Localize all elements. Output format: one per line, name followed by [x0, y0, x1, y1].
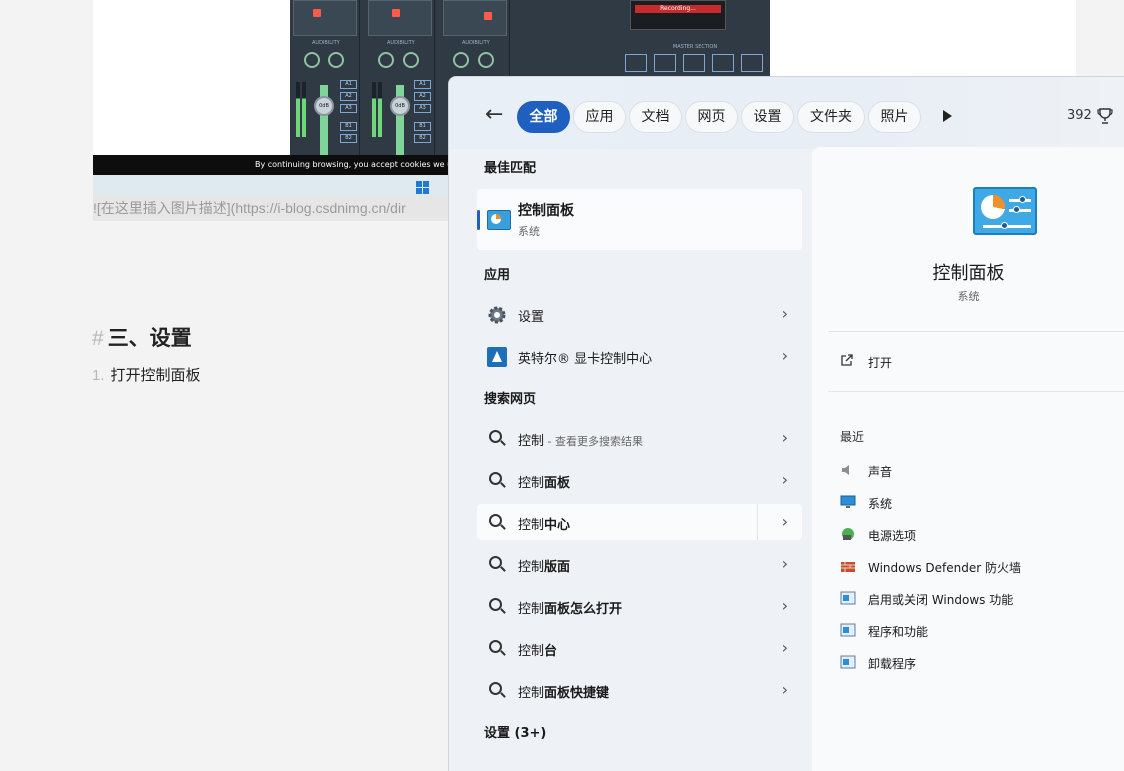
settings-section-title[interactable]: 设置 (3+)	[484, 722, 546, 741]
taskbar-strip	[93, 175, 449, 195]
search-icon	[489, 472, 502, 485]
tab-documents[interactable]: 文档	[629, 101, 682, 133]
search-icon	[489, 640, 502, 653]
list-item: 1. 打开控制面板	[92, 367, 201, 384]
tab-apps[interactable]: 应用	[573, 101, 626, 133]
chevron-right-icon[interactable]: ›	[782, 554, 788, 573]
more-tabs-arrow-icon[interactable]	[943, 110, 952, 122]
web-result[interactable]: 控制 - 查看更多搜索结果 ›	[477, 420, 802, 456]
intel-graphics-icon	[487, 347, 507, 367]
control-panel-icon	[973, 187, 1037, 235]
firewall-icon	[841, 562, 855, 572]
chevron-right-icon[interactable]: ›	[782, 512, 788, 531]
search-icon	[489, 430, 502, 443]
search-icon	[489, 598, 502, 611]
control-panel-icon	[487, 210, 511, 230]
web-result[interactable]: 控制中心 ›	[477, 504, 802, 540]
windows-features-icon	[840, 591, 856, 605]
image-markdown-text: ![在这里插入图片描述](https://i-blog.csdnimg.cn/d…	[93, 195, 449, 221]
cookie-banner: By continuing browsing, you accept cooki…	[93, 155, 449, 175]
web-result[interactable]: 控制版面 ›	[477, 546, 802, 582]
recent-item-sound[interactable]: 声音	[840, 461, 1120, 481]
recent-item-firewall[interactable]: Windows Defender 防火墙	[840, 557, 1120, 577]
apps-section-title: 应用	[484, 268, 511, 283]
web-result[interactable]: 控制台 ›	[477, 630, 802, 666]
chevron-right-icon[interactable]: ›	[782, 638, 788, 657]
tab-all[interactable]: 全部	[517, 101, 570, 133]
best-match-item[interactable]: 控制面板 系统	[477, 189, 802, 250]
search-filter-bar: ← 全部 应用 文档 网页 设置 文件夹 照片 392	[449, 77, 1124, 149]
rewards-trophy-icon[interactable]	[1097, 107, 1113, 125]
web-result[interactable]: 控制面板快捷键 ›	[477, 672, 802, 708]
uninstall-icon	[840, 655, 856, 669]
detail-title: 控制面板	[932, 263, 1005, 284]
recent-item-power[interactable]: 电源选项	[840, 525, 1120, 545]
recent-item-system[interactable]: 系统	[840, 493, 1120, 513]
windows-search-panel: ← 全部 应用 文档 网页 设置 文件夹 照片 392 最佳匹配 控制面板 系统…	[448, 76, 1124, 771]
tab-folders[interactable]: 文件夹	[797, 101, 865, 133]
back-arrow-icon[interactable]: ←	[485, 104, 507, 127]
detail-pane: 控制面板 系统 打开 最近 声音 系统 电源选项 Windows Defende…	[812, 147, 1124, 771]
open-external-icon	[841, 354, 853, 366]
detail-subtitle: 系统	[957, 290, 980, 303]
chevron-right-icon[interactable]: ›	[782, 680, 788, 699]
search-icon	[489, 556, 502, 569]
section-heading: # 三、设置	[92, 327, 192, 350]
app-result-intel-graphics[interactable]: 英特尔® 显卡控制中心 ›	[477, 338, 802, 374]
web-section-title: 搜索网页	[484, 392, 537, 407]
tab-photos[interactable]: 照片	[868, 101, 921, 133]
recent-item-windows-features[interactable]: 启用或关闭 Windows 功能	[840, 589, 1120, 609]
tab-web[interactable]: 网页	[685, 101, 738, 133]
search-icon	[489, 682, 502, 695]
chevron-right-icon[interactable]: ›	[782, 346, 788, 365]
web-result[interactable]: 控制面板 ›	[477, 462, 802, 498]
rewards-points: 392	[1067, 108, 1092, 123]
chevron-right-icon[interactable]: ›	[782, 304, 788, 323]
recent-item-uninstall[interactable]: 卸载程序	[840, 653, 1120, 673]
app-result-settings[interactable]: 设置 ›	[477, 296, 802, 332]
gear-icon	[488, 306, 506, 324]
recent-label: 最近	[840, 430, 865, 444]
best-match-title: 最佳匹配	[484, 161, 537, 176]
speaker-icon	[842, 465, 849, 475]
recent-item-programs[interactable]: 程序和功能	[840, 621, 1120, 641]
chevron-right-icon[interactable]: ›	[782, 470, 788, 489]
web-result[interactable]: 控制面板怎么打开 ›	[477, 588, 802, 624]
power-options-icon	[842, 528, 854, 540]
monitor-icon	[840, 495, 856, 508]
tab-settings[interactable]: 设置	[741, 101, 794, 133]
search-icon	[489, 514, 502, 527]
chevron-right-icon[interactable]: ›	[782, 428, 788, 447]
chevron-right-icon[interactable]: ›	[782, 596, 788, 615]
programs-icon	[840, 623, 856, 637]
windows-logo-icon	[416, 181, 430, 195]
